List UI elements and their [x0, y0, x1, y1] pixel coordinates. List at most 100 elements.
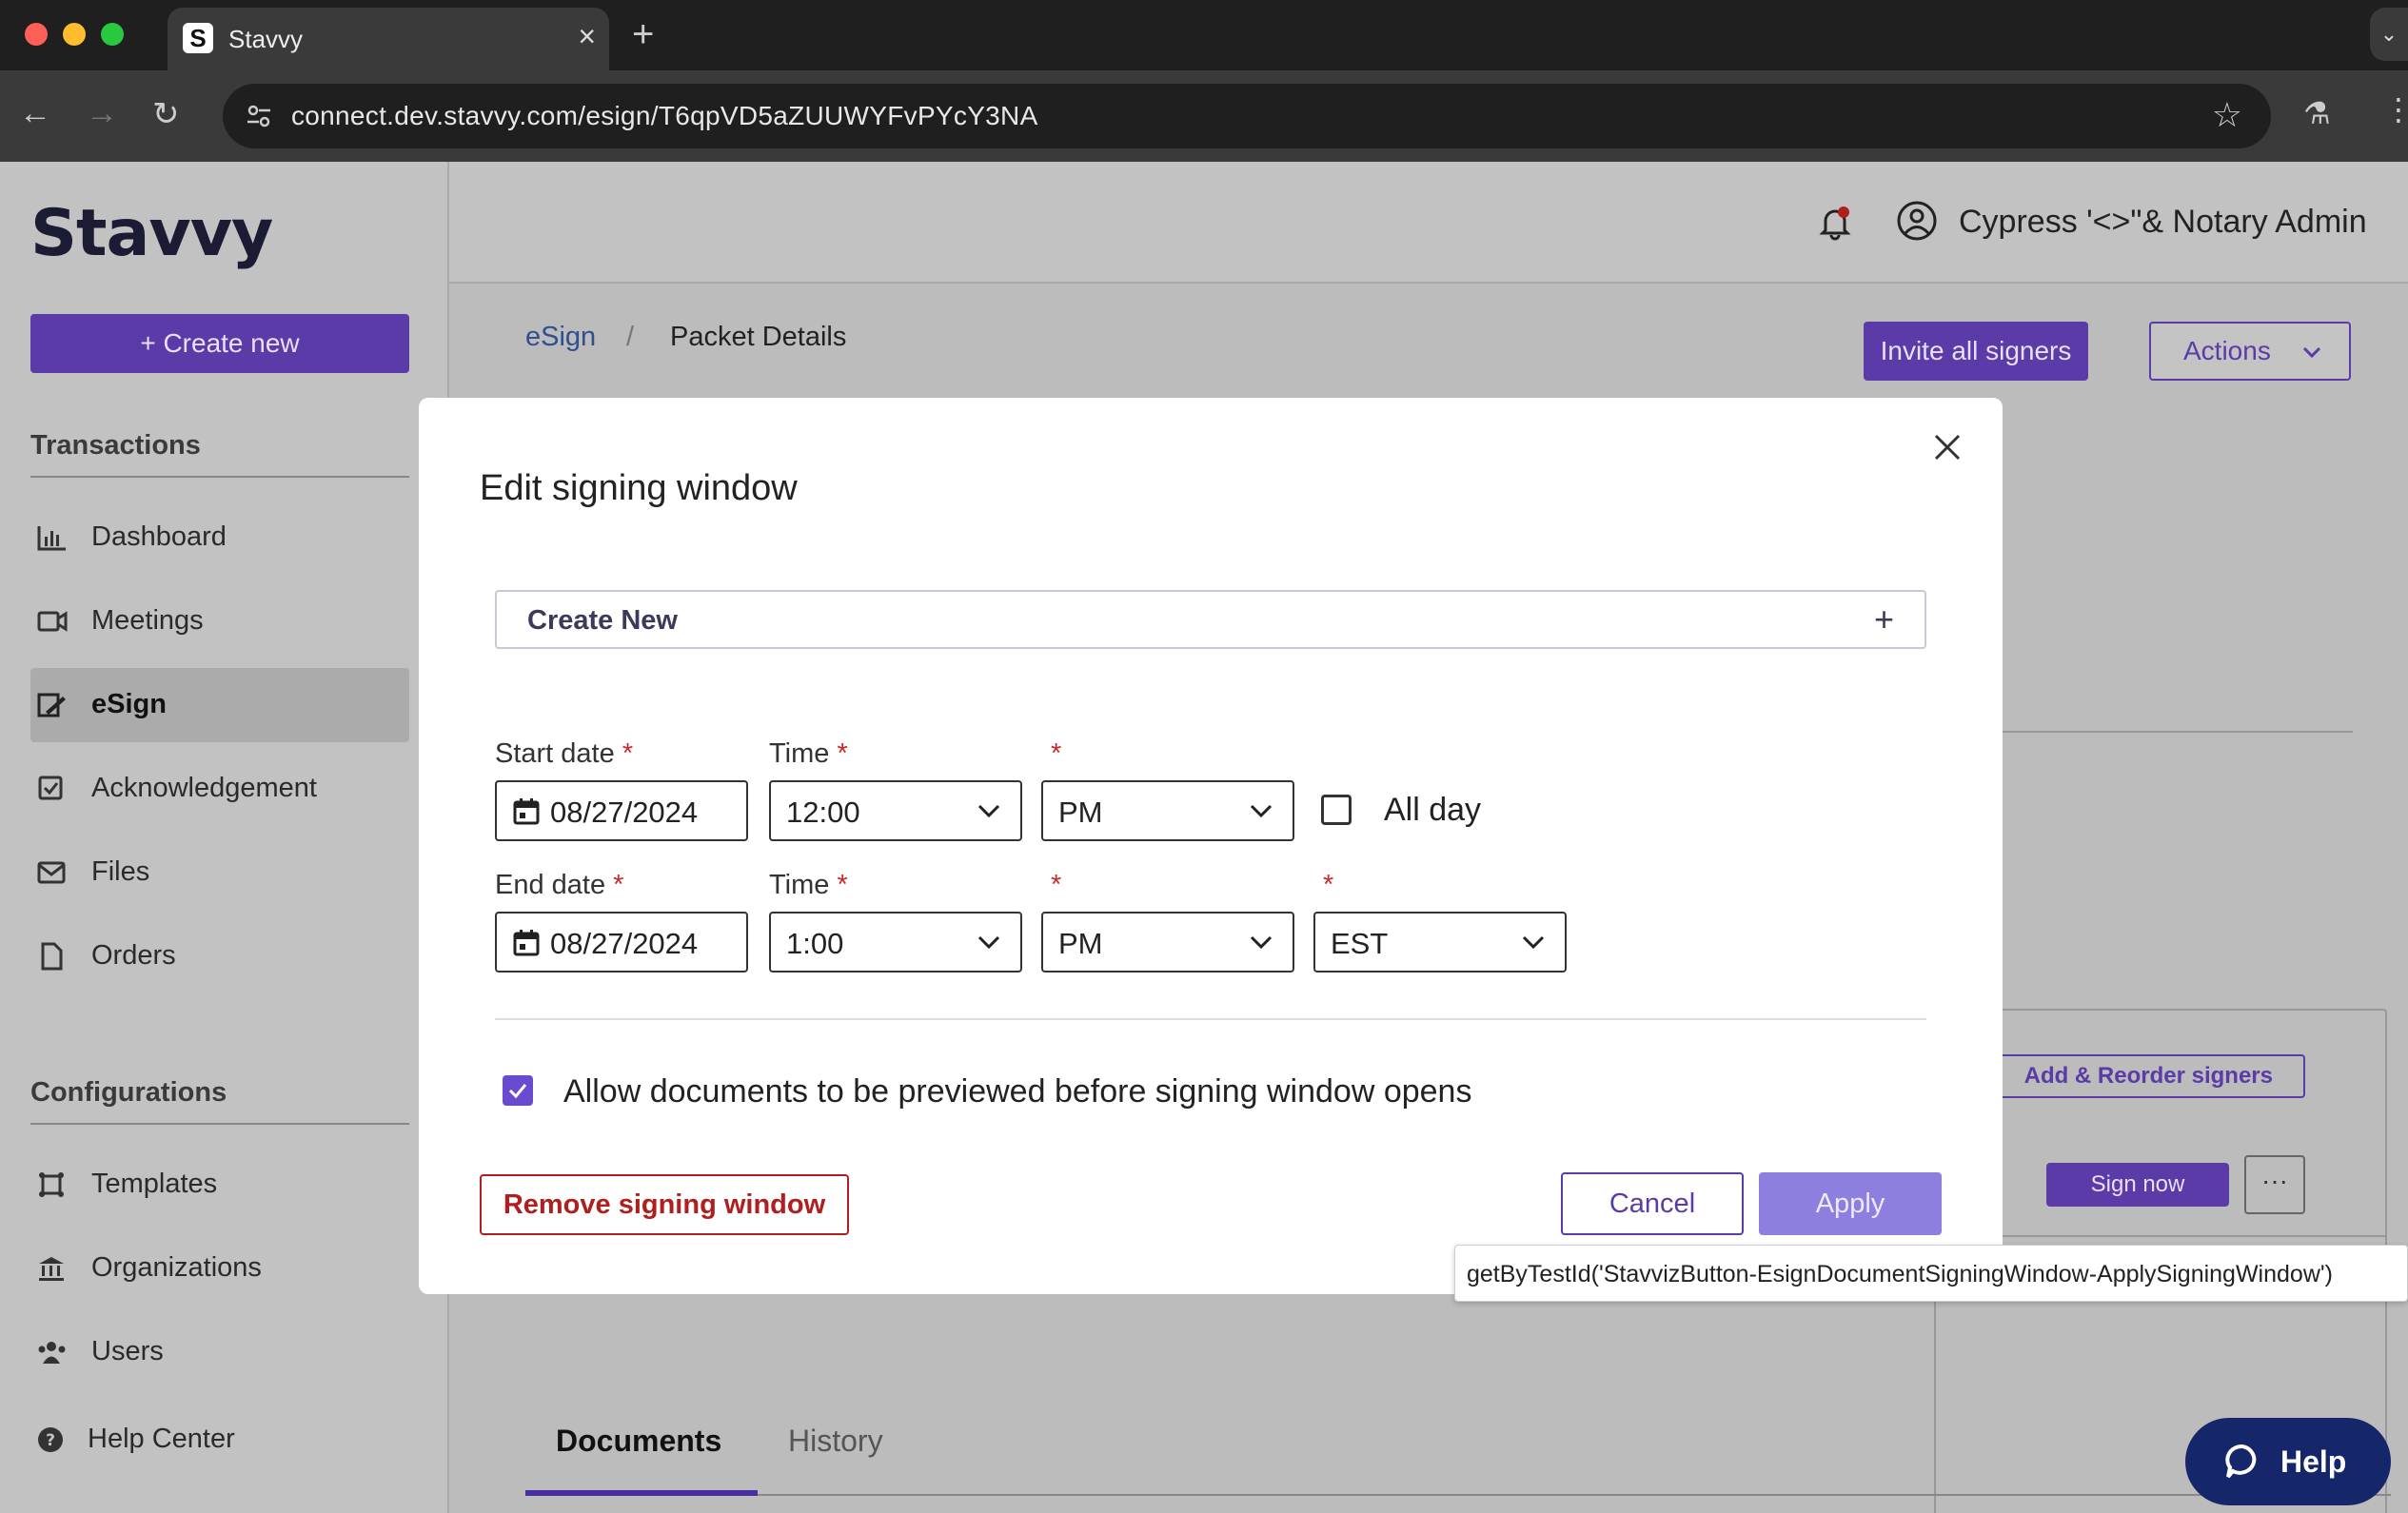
- sidebar-item-dashboard[interactable]: Dashboard: [30, 501, 409, 575]
- tab-documents[interactable]: Documents: [556, 1424, 721, 1459]
- all-day-checkbox[interactable]: [1321, 795, 1352, 825]
- bookmark-star-icon[interactable]: ☆: [2212, 95, 2242, 135]
- sidebar-item-label: Files: [91, 856, 150, 887]
- labs-flask-icon[interactable]: ⚗: [2303, 95, 2331, 131]
- breadcrumb-esign[interactable]: eSign: [525, 322, 596, 353]
- tab-history[interactable]: History: [788, 1424, 883, 1459]
- sidebar-item-label: eSign: [91, 689, 167, 719]
- sidebar-item-label: Help Center: [88, 1424, 235, 1454]
- sidebar-item-orders[interactable]: Orders: [30, 919, 409, 993]
- transactions-section-title: Transactions: [30, 430, 201, 461]
- minimize-window-button[interactable]: [63, 23, 86, 46]
- start-date-label: Start date *: [495, 738, 634, 769]
- apply-button[interactable]: Apply: [1759, 1172, 1942, 1235]
- tooltip-text: getByTestId('StavvizButton-EsignDocument…: [1467, 1261, 2333, 1287]
- invite-all-signers-button[interactable]: Invite all signers: [1864, 322, 2088, 381]
- sign-now-button[interactable]: Sign now: [2046, 1163, 2229, 1207]
- timezone-select[interactable]: EST: [1313, 912, 1567, 973]
- all-day-label: All day: [1384, 792, 1482, 828]
- browser-tab[interactable]: S Stavvy ×: [168, 8, 609, 70]
- chevron-down-icon: [2302, 346, 2321, 359]
- end-ampm-label: *: [1051, 870, 1062, 900]
- template-icon: [39, 1172, 64, 1197]
- sidebar-item-label: Orders: [91, 940, 176, 971]
- chevron-down-icon: [1250, 804, 1273, 818]
- sidebar-item-meetings[interactable]: Meetings: [30, 584, 409, 658]
- maximize-window-button[interactable]: [101, 23, 124, 46]
- mail-icon: [37, 861, 66, 884]
- chat-bubble-icon: [2225, 1444, 2257, 1479]
- more-options-button[interactable]: ···: [2244, 1155, 2305, 1214]
- address-bar[interactable]: connect.dev.stavvy.com/esign/T6qpVD5aZUU…: [223, 84, 2271, 148]
- tab-title: Stavvy: [228, 25, 304, 53]
- modal-divider: [495, 1018, 1926, 1020]
- actions-label: Actions: [2183, 336, 2271, 365]
- breadcrumb-separator: /: [626, 322, 635, 352]
- document-icon: [41, 942, 63, 971]
- close-icon[interactable]: [1928, 428, 1966, 466]
- plus-icon: +: [1873, 599, 1894, 639]
- sidebar-item-organizations[interactable]: Organizations: [30, 1231, 409, 1306]
- sidebar-item-acknowledgement[interactable]: Acknowledgement: [30, 752, 409, 826]
- browser-toolbar: ← → ↻ connect.dev.stavvy.com/esign/T6qpV…: [0, 70, 2408, 162]
- edit-signing-window-modal: Edit signing window Create New + Start d…: [419, 398, 2003, 1294]
- create-new-button[interactable]: + Create new: [30, 314, 409, 373]
- chevron-down-icon: [977, 804, 1000, 818]
- section-divider: [30, 1123, 409, 1125]
- create-new-window-button[interactable]: Create New +: [495, 590, 1926, 649]
- end-time-select[interactable]: 1:00: [769, 912, 1022, 973]
- browser-menu-icon[interactable]: ⋮: [2383, 91, 2408, 128]
- site-settings-icon[interactable]: [242, 99, 276, 133]
- sidebar-item-files[interactable]: Files: [30, 835, 409, 910]
- start-time-value: 12:00: [786, 796, 860, 829]
- end-date-value: 08/27/2024: [550, 927, 699, 960]
- bank-icon: [39, 1257, 64, 1281]
- sidebar-item-help-center[interactable]: ? Help Center: [30, 1403, 409, 1477]
- help-button[interactable]: Help: [2185, 1418, 2391, 1505]
- cancel-button[interactable]: Cancel: [1561, 1172, 1744, 1235]
- remove-signing-window-button[interactable]: Remove signing window: [480, 1174, 849, 1235]
- users-icon: [38, 1342, 66, 1364]
- modal-title: Edit signing window: [480, 468, 798, 508]
- sidebar-item-users[interactable]: Users: [30, 1315, 409, 1389]
- sidebar-item-label: Organizations: [91, 1252, 262, 1283]
- start-ampm-label: *: [1051, 738, 1062, 769]
- start-date-input[interactable]: 08/27/2024: [495, 780, 748, 841]
- start-ampm-select[interactable]: PM: [1041, 780, 1294, 841]
- checkbox-icon: [38, 776, 63, 800]
- sidebar-item-templates[interactable]: Templates: [30, 1148, 409, 1222]
- end-ampm-value: PM: [1058, 927, 1103, 960]
- timezone-label: *: [1323, 870, 1334, 900]
- forward-icon[interactable]: →: [86, 95, 118, 132]
- breadcrumb-current: Packet Details: [670, 322, 847, 352]
- add-reorder-signers-button[interactable]: Add & Reorder signers: [1972, 1054, 2305, 1098]
- user-name[interactable]: Cypress '<>"& Notary Admin: [1959, 204, 2367, 241]
- help-label: Help: [2280, 1444, 2347, 1479]
- reload-icon[interactable]: ↻: [152, 95, 180, 133]
- end-time-value: 1:00: [786, 927, 844, 960]
- preview-checkbox[interactable]: [503, 1075, 533, 1106]
- start-time-select[interactable]: 12:00: [769, 780, 1022, 841]
- user-avatar-icon[interactable]: [1896, 200, 1938, 242]
- end-ampm-select[interactable]: PM: [1041, 912, 1294, 973]
- end-date-input[interactable]: 08/27/2024: [495, 912, 748, 973]
- new-tab-icon[interactable]: +: [632, 13, 654, 56]
- close-tab-icon[interactable]: ×: [578, 19, 596, 54]
- end-time-label: Time *: [769, 870, 848, 900]
- close-window-button[interactable]: [25, 23, 48, 46]
- sidebar-item-esign[interactable]: eSign: [30, 668, 409, 742]
- calendar-icon: [513, 930, 540, 956]
- actions-dropdown-button[interactable]: Actions: [2149, 322, 2351, 381]
- tab-search-icon[interactable]: ⌄: [2370, 8, 2408, 61]
- start-time-label: Time *: [769, 738, 848, 769]
- back-icon[interactable]: ←: [19, 95, 51, 132]
- checkmark-icon: [508, 1084, 527, 1099]
- sidebar-item-label: Acknowledgement: [91, 773, 317, 803]
- browser-tab-bar: S Stavvy × + ⌄: [0, 0, 2408, 70]
- notification-bell-icon[interactable]: [1816, 204, 1854, 242]
- url-text: connect.dev.stavvy.com/esign/T6qpVD5aZUU…: [291, 101, 1038, 130]
- start-date-value: 08/27/2024: [550, 796, 699, 829]
- active-tab-indicator: [525, 1490, 758, 1496]
- calendar-icon: [513, 798, 540, 825]
- chevron-down-icon: [1250, 935, 1273, 950]
